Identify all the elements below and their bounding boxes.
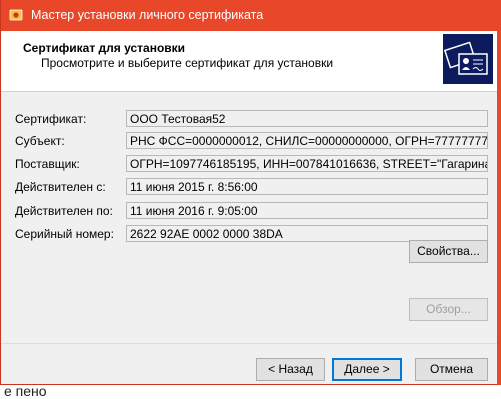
background-text: е пено [4,383,47,399]
certificate-field[interactable]: ООО Тестовая52 [126,110,488,127]
issuer-label: Поставщик: [15,157,80,171]
certificate-install-wizard-window: Мастер установки личного сертификата Сер… [0,0,501,385]
title-bar[interactable]: Мастер установки личного сертификата [1,0,500,31]
subject-field[interactable]: РНС ФСС=0000000012, СНИЛС=00000000000, О… [126,132,488,149]
valid-from-label: Действителен с: [15,180,106,194]
subject-label: Субъект: [15,134,65,148]
footer-divider [1,343,500,344]
back-button[interactable]: < Назад [256,358,325,381]
serial-number-label: Серийный номер: [15,227,114,241]
certificate-label: Сертификат: [15,112,87,126]
valid-to-field[interactable]: 11 июня 2016 г. 9:05:00 [126,202,488,219]
issuer-field[interactable]: ОГРН=1097746185195, ИНН=007841016636, ST… [126,155,488,172]
cancel-button[interactable]: Отмена [415,358,488,381]
properties-button[interactable]: Свойства... [409,240,488,263]
header-title: Сертификат для установки [23,41,186,55]
valid-from-field[interactable]: 11 июня 2015 г. 8:56:00 [126,178,488,195]
window-right-border [497,0,501,385]
next-button[interactable]: Далее > [332,358,402,381]
header-subtitle: Просмотрите и выберите сертификат для ус… [41,56,334,70]
browse-button[interactable]: Обзор... [409,298,488,321]
certificate-icon [443,34,493,84]
window-title: Мастер установки личного сертификата [31,8,264,22]
app-icon [9,9,23,21]
wizard-header: Сертификат для установки Просмотрите и в… [1,31,500,92]
valid-to-label: Действителен по: [15,204,113,218]
